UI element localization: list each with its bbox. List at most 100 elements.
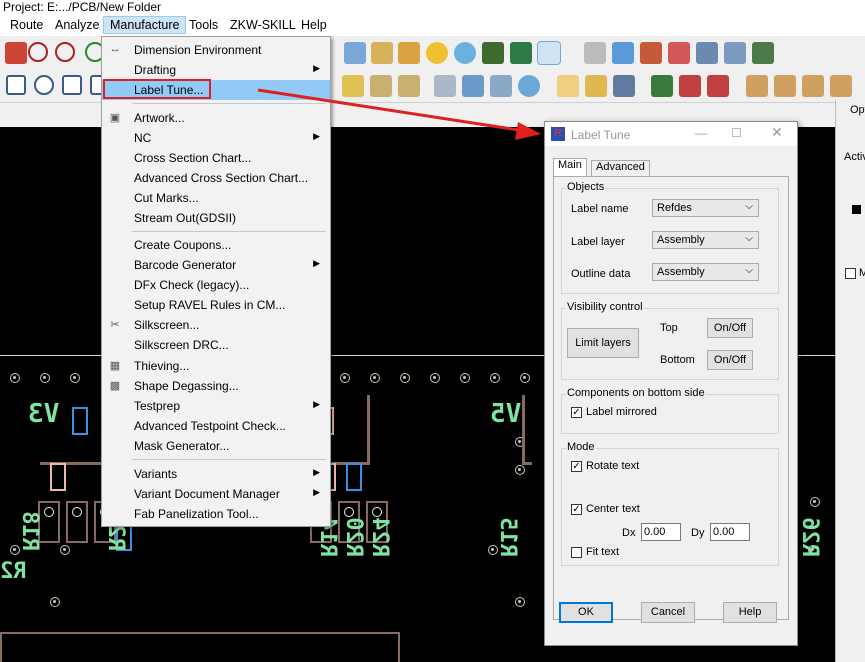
maximize-icon[interactable]: ☐ bbox=[731, 126, 742, 140]
label-mirrored-checkbox[interactable]: ✓ bbox=[571, 407, 582, 418]
menu-item-stream-out[interactable]: Stream Out(GDSII) bbox=[102, 208, 330, 228]
menu-item-nc[interactable]: NC ▶ bbox=[102, 128, 330, 148]
toolbar-mirror-icon[interactable] bbox=[462, 75, 484, 97]
menu-item-advanced-testpoint-check[interactable]: Advanced Testpoint Check... bbox=[102, 416, 330, 436]
outline-data-select[interactable]: Assembly ⌵ bbox=[652, 263, 759, 281]
menu-item-mask-generator[interactable]: Mask Generator... bbox=[102, 436, 330, 456]
menu-manufacture[interactable]: Manufacture bbox=[103, 16, 187, 34]
bottom-onoff-button[interactable]: On/Off bbox=[707, 350, 753, 370]
top-onoff-button[interactable]: On/Off bbox=[707, 318, 753, 338]
menu-route[interactable]: Route bbox=[10, 18, 43, 32]
zoom-in-icon[interactable] bbox=[28, 42, 48, 62]
toolbar-sun-icon[interactable] bbox=[426, 42, 448, 64]
toolbar-copy-icon[interactable] bbox=[434, 75, 456, 97]
menu-item-shape-degassing[interactable]: ▩ Shape Degassing... bbox=[102, 376, 330, 396]
menu-item-cross-section-chart[interactable]: Cross Section Chart... bbox=[102, 148, 330, 168]
toolbar-dimension-icon[interactable] bbox=[707, 75, 729, 97]
toolbar-extra-icon[interactable] bbox=[830, 75, 852, 97]
menu-item-setup-ravel-rules[interactable]: Setup RAVEL Rules in CM... bbox=[102, 295, 330, 315]
dx-input[interactable]: 0.00 bbox=[641, 523, 681, 541]
menu-analyze[interactable]: Analyze bbox=[55, 18, 99, 32]
toolbar-pcb-icon[interactable] bbox=[752, 42, 774, 64]
toolbar-array-icon[interactable] bbox=[398, 75, 420, 97]
silkscreen-icon: ✂ bbox=[110, 319, 120, 331]
menu-item-advanced-cross-section-chart[interactable]: Advanced Cross Section Chart... bbox=[102, 168, 330, 188]
toolbar-circle-icon[interactable] bbox=[34, 75, 54, 95]
toolbar-layers-icon[interactable] bbox=[612, 42, 634, 64]
menu-item-silkscreen-drc[interactable]: Silkscreen DRC... bbox=[102, 335, 330, 355]
menu-help[interactable]: Help bbox=[301, 18, 327, 32]
menu-item-artwork[interactable]: ▣ Artwork... bbox=[102, 108, 330, 128]
menu-item-cut-marks[interactable]: Cut Marks... bbox=[102, 188, 330, 208]
toolbar-board-icon[interactable] bbox=[724, 42, 746, 64]
menu-item-thieving[interactable]: ▦ Thieving... bbox=[102, 356, 330, 376]
tab-main[interactable]: Main bbox=[553, 158, 587, 176]
label-name-select[interactable]: Refdes ⌵ bbox=[652, 199, 759, 217]
toolbar-hourglass-icon[interactable] bbox=[510, 42, 532, 64]
toolbar-import-icon[interactable] bbox=[774, 75, 796, 97]
refdes-label: V5 bbox=[490, 399, 522, 429]
options-panel: Opt Activ M bbox=[835, 100, 865, 662]
dimension-icon: ↔ bbox=[109, 43, 121, 55]
toolbar-component-icon[interactable] bbox=[651, 75, 673, 97]
toolbar-export-icon[interactable] bbox=[746, 75, 768, 97]
toolbar-gear-icon[interactable] bbox=[454, 42, 476, 64]
toolbar-edit-icon[interactable] bbox=[5, 42, 27, 64]
toolbar-stack-icon[interactable] bbox=[668, 42, 690, 64]
ok-button[interactable]: OK bbox=[559, 602, 613, 623]
toolbar-open-icon[interactable] bbox=[585, 75, 607, 97]
toolbar-color-icon[interactable] bbox=[640, 42, 662, 64]
rotate-text-checkbox[interactable]: ✓ bbox=[571, 461, 582, 472]
via bbox=[515, 465, 525, 475]
toolbar-pin-icon[interactable] bbox=[342, 75, 364, 97]
toolbar-report-icon[interactable] bbox=[802, 75, 824, 97]
toolbar-pad-icon[interactable] bbox=[370, 75, 392, 97]
via bbox=[40, 373, 50, 383]
menu-item-dfx-check[interactable]: DFx Check (legacy)... bbox=[102, 275, 330, 295]
menu-item-drafting[interactable]: Drafting ▶ bbox=[102, 60, 330, 80]
submenu-arrow-icon: ▶ bbox=[313, 467, 320, 477]
menu-item-create-coupons[interactable]: Create Coupons... bbox=[102, 235, 330, 255]
menu-separator bbox=[132, 103, 326, 104]
label-layer-select[interactable]: Assembly ⌵ bbox=[652, 231, 759, 249]
toolbar-new-icon[interactable] bbox=[557, 75, 579, 97]
options-color-swatch[interactable] bbox=[852, 205, 861, 214]
zoom-out-icon[interactable] bbox=[55, 42, 75, 62]
menu-zkw-skill[interactable]: ZKW-SKILL bbox=[230, 18, 296, 32]
center-text-checkbox[interactable]: ✓ bbox=[571, 504, 582, 515]
menu-item-dimension-environment[interactable]: ↔ Dimension Environment bbox=[102, 40, 330, 60]
menu-item-variants[interactable]: Variants ▶ bbox=[102, 464, 330, 484]
via bbox=[490, 373, 500, 383]
close-icon[interactable]: ✕ bbox=[771, 124, 783, 141]
toolbar-help-icon[interactable] bbox=[518, 75, 540, 97]
toolbar-chip-icon[interactable] bbox=[696, 42, 718, 64]
toolbar-brush-icon[interactable] bbox=[398, 42, 420, 64]
menu-item-variant-document-manager[interactable]: Variant Document Manager ▶ bbox=[102, 484, 330, 504]
toolbar-icon-a[interactable] bbox=[344, 42, 366, 64]
rotate-text-label: Rotate text bbox=[586, 460, 640, 472]
refdes-label: V3 bbox=[28, 399, 60, 429]
menu-item-silkscreen[interactable]: ✂ Silkscreen... bbox=[102, 315, 330, 335]
toolbar-grid-icon[interactable] bbox=[584, 42, 606, 64]
options-checkbox[interactable] bbox=[845, 268, 856, 279]
toolbar-close-icon[interactable] bbox=[490, 75, 512, 97]
toolbar-save-icon[interactable] bbox=[613, 75, 635, 97]
minimize-icon[interactable]: — bbox=[695, 126, 707, 140]
fit-text-checkbox[interactable] bbox=[571, 547, 582, 558]
menu-item-testprep[interactable]: Testprep ▶ bbox=[102, 396, 330, 416]
menu-item-fab-panelization-tool[interactable]: Fab Panelization Tool... bbox=[102, 504, 330, 524]
toolbar-shape-icon[interactable] bbox=[62, 75, 82, 95]
toolbar-selected-icon[interactable] bbox=[537, 41, 561, 65]
help-button[interactable]: Help bbox=[723, 602, 777, 623]
menu-item-barcode-generator[interactable]: Barcode Generator ▶ bbox=[102, 255, 330, 275]
limit-layers-button[interactable]: Limit layers bbox=[567, 328, 639, 358]
toolbar-123-icon[interactable] bbox=[371, 42, 393, 64]
toolbar-measure-icon[interactable] bbox=[679, 75, 701, 97]
toolbar-rect-icon[interactable] bbox=[6, 75, 26, 95]
cancel-button[interactable]: Cancel bbox=[641, 602, 695, 623]
menu-tools[interactable]: Tools bbox=[189, 18, 218, 32]
dialog-title: Label Tune bbox=[571, 128, 631, 142]
toolbar-bars-icon[interactable] bbox=[482, 42, 504, 64]
refdes-label: R18 bbox=[17, 511, 42, 551]
dy-input[interactable]: 0.00 bbox=[710, 523, 750, 541]
